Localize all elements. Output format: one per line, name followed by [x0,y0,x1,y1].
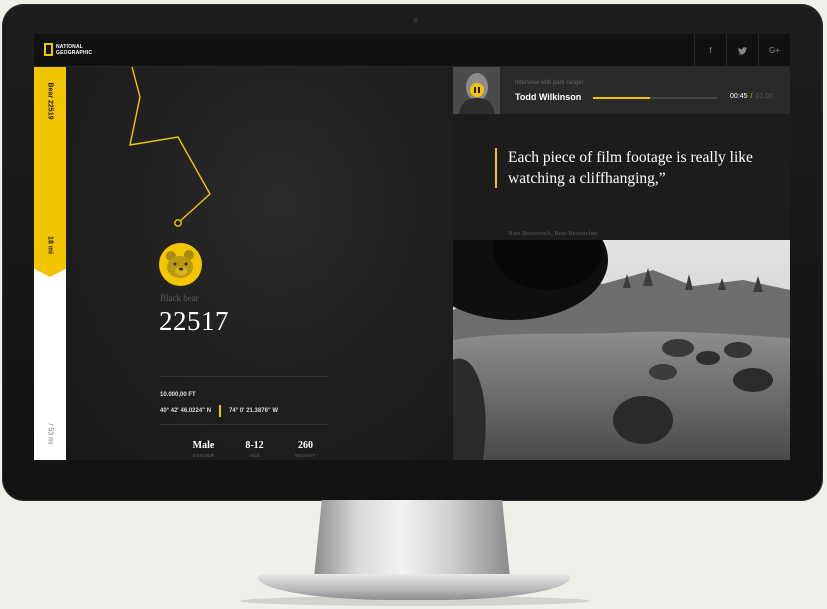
pull-quote: Each piece of film footage is really lik… [508,149,753,187]
trail-endpoint-marker[interactable] [174,219,182,227]
ranger-portrait [453,67,500,114]
pause-icon [478,87,480,93]
time-separator: / [750,93,753,100]
bear-stats: Male GENDER 8-12 AGE 260 WEIGHT [178,440,331,458]
audio-subtitle: Interview with park ranger [515,80,584,86]
stat-label: WEIGHT [295,453,316,458]
monitor-stand-neck [314,500,510,578]
sidebar-total-distance: / 53 mi [46,423,54,445]
twitter-button[interactable] [726,34,758,67]
stat-weight: 260 WEIGHT [280,440,331,458]
stat-label: GENDER [192,453,215,458]
quote-attribution: Nate Bowersock, Bear Researcher [508,230,598,237]
trail-camera-video[interactable] [453,240,790,460]
stat-value: 8-12 [245,440,264,451]
screen: NATIONAL GEOGRAPHIC f G+ Bear 22519 18 m… [34,34,790,460]
bear-map-panel: Black bear 22517 10.000,00 FT 40° 42' 46… [66,67,453,460]
sidebar-distance-label: 18 mi [46,236,54,254]
sidebar-item-bear-22519[interactable]: Bear 22519 18 mi [34,67,66,277]
social-links: f G+ [694,34,790,67]
audio-progress-bar[interactable] [593,97,717,99]
latitude-value: 40° 42' 46.0224" N [160,408,212,414]
coordinate-separator [219,405,222,417]
google-plus-icon: G+ [769,46,780,55]
sidebar-bear-label: Bear 22519 [46,82,54,120]
logo-text: NATIONAL GEOGRAPHIC [56,44,92,56]
audio-title: Todd Wilkinson [515,92,582,102]
logo-line-2: GEOGRAPHIC [56,49,93,56]
stat-label: AGE [249,453,260,458]
monitor-camera [413,18,418,23]
quote-accent-bar [495,148,497,188]
pause-icon [474,87,476,93]
facebook-button[interactable]: f [694,34,726,67]
bear-species: Black bear [160,293,199,303]
google-plus-button[interactable]: G+ [758,34,790,67]
audio-time: 00:45 / 01:05 [730,93,773,100]
stat-value: 260 [298,440,313,451]
total-time: 01:05 [755,93,774,100]
twitter-icon [738,46,747,55]
coordinates: 40° 42' 46.0224" N 74° 0' 21.3876" W [160,405,278,417]
facebook-icon: f [709,46,712,55]
audio-player: Interview with park ranger Todd Wilkinso… [453,67,790,114]
pause-button[interactable] [470,83,484,97]
current-time: 00:45 [730,93,748,100]
top-bar: NATIONAL GEOGRAPHIC f G+ [34,34,790,67]
bear-trail-path [129,67,211,227]
logo-frame-icon [44,43,53,56]
bear-face-icon [166,250,194,278]
trail-camera-footage [453,240,790,460]
stat-gender: Male GENDER [178,440,229,458]
bear-avatar[interactable] [159,243,202,286]
audio-progress-fill [593,97,651,99]
altitude-value: 10.000,00 FT [160,392,196,398]
divider [159,376,329,377]
tracker-sidebar: Bear 22519 18 mi / 53 mi [34,67,66,460]
natgeo-logo[interactable]: NATIONAL GEOGRAPHIC [44,43,92,56]
divider [159,424,329,425]
bear-id: 22517 [159,306,229,336]
longitude-value: 74° 0' 21.3876" W [229,408,279,414]
media-panel: Interview with park ranger Todd Wilkinso… [453,67,790,460]
stat-age: 8-12 AGE [229,440,280,458]
stat-value: Male [192,440,215,451]
